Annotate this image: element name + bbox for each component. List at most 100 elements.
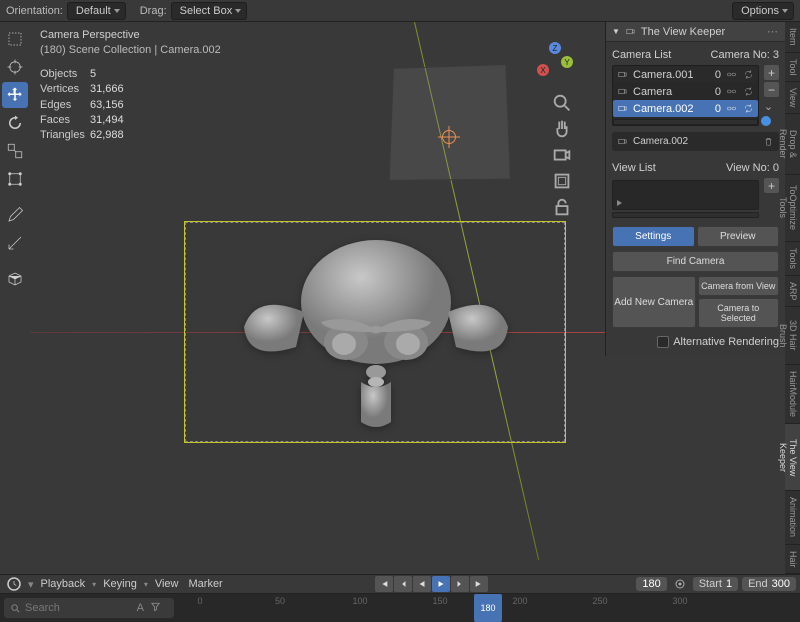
- playback-controls: [375, 576, 488, 592]
- timeline-editor-icon[interactable]: [4, 576, 24, 592]
- measure-tool[interactable]: [2, 230, 28, 256]
- drag-label: Drag:: [140, 5, 167, 17]
- annotate-tool[interactable]: [2, 202, 28, 228]
- sync-icon[interactable]: [742, 85, 755, 98]
- add-camera-icon-button[interactable]: +: [764, 65, 779, 80]
- tab-3d-hair[interactable]: 3D Hair Brush: [785, 307, 800, 365]
- transform-tool[interactable]: [2, 166, 28, 192]
- tab-animation[interactable]: Animation: [785, 491, 800, 544]
- gizmo-y-icon[interactable]: Y: [561, 56, 573, 68]
- cursor-tool[interactable]: [2, 54, 28, 80]
- play-icon[interactable]: [432, 576, 450, 592]
- cube-object[interactable]: [389, 64, 511, 181]
- tab-drop-render[interactable]: Drop & Render: [785, 114, 800, 174]
- tick-label: 0: [197, 596, 202, 606]
- add-new-camera-button[interactable]: Add New Camera: [612, 276, 696, 328]
- play-reverse-icon[interactable]: [413, 576, 431, 592]
- tab-item[interactable]: Item: [785, 22, 800, 53]
- rotate-tool[interactable]: [2, 110, 28, 136]
- sync-icon[interactable]: [742, 68, 755, 81]
- camera-list-label: Camera List: [612, 49, 671, 61]
- persp-ortho-icon[interactable]: [551, 170, 573, 192]
- view-menu[interactable]: View: [152, 578, 182, 590]
- filter-funnel-icon[interactable]: [147, 601, 168, 615]
- chevron-down-icon[interactable]: ⌄: [761, 99, 776, 114]
- keying-menu[interactable]: Keying: [100, 578, 140, 590]
- viewport-overlay-info: Camera Perspective (180) Scene Collectio…: [40, 28, 221, 144]
- tab-arp[interactable]: ARP: [785, 276, 800, 308]
- start-frame-field[interactable]: Start1: [693, 577, 738, 591]
- jump-start-icon[interactable]: [375, 576, 393, 592]
- link-icon[interactable]: [725, 68, 738, 81]
- panel-menu-icon[interactable]: ⋯: [767, 25, 779, 38]
- view-list-box[interactable]: [612, 180, 759, 210]
- alternative-rendering-checkbox[interactable]: Alternative Rendering: [612, 332, 779, 352]
- camera-view-icon[interactable]: [551, 144, 573, 166]
- tick-label: 250: [592, 596, 607, 606]
- sync-icon[interactable]: [742, 102, 755, 115]
- timeline-track[interactable]: Search A 0 50 100 150 200 250 300 180: [0, 594, 800, 622]
- tab-view-keeper[interactable]: The View Keeper: [785, 424, 800, 491]
- orientation-dropdown[interactable]: Default: [67, 2, 126, 20]
- options-dropdown[interactable]: Options: [732, 2, 794, 20]
- move-tool[interactable]: [2, 82, 28, 108]
- camera-list-item[interactable]: Camera.002 0: [613, 100, 758, 117]
- current-frame-field[interactable]: 180: [636, 577, 666, 591]
- camera-icon: [616, 135, 629, 148]
- trash-icon[interactable]: [762, 135, 775, 148]
- prev-keyframe-icon[interactable]: [394, 576, 412, 592]
- pan-icon[interactable]: [551, 118, 573, 140]
- auto-key-icon[interactable]: [671, 576, 689, 592]
- tab-tools[interactable]: Tools: [785, 242, 800, 276]
- tick-label: 150: [432, 596, 447, 606]
- marker-menu[interactable]: Marker: [186, 578, 226, 590]
- link-icon[interactable]: [725, 85, 738, 98]
- panel-header[interactable]: ▼ The View Keeper ⋯: [606, 22, 785, 42]
- axis-gizmo[interactable]: Z Y X: [535, 42, 575, 82]
- view-title: Camera Perspective: [40, 28, 221, 43]
- pivot-cursor-icon: [442, 130, 456, 144]
- playback-menu[interactable]: Playback: [38, 578, 89, 590]
- playhead[interactable]: 180: [474, 594, 502, 622]
- drag-dropdown[interactable]: Select Box: [171, 2, 248, 20]
- left-toolbar: [0, 22, 30, 574]
- timeline: ▾ Playback▾ Keying▾ View Marker 180 Star…: [0, 574, 800, 622]
- tab-hair-module[interactable]: HairModule: [785, 365, 800, 424]
- link-icon[interactable]: [725, 102, 738, 115]
- filter-alpha-icon[interactable]: A: [134, 602, 147, 614]
- camera-list-item[interactable]: Camera.001 0: [613, 66, 758, 83]
- next-keyframe-icon[interactable]: [451, 576, 469, 592]
- tick-label: 300: [672, 596, 687, 606]
- tab-view[interactable]: View: [785, 82, 800, 114]
- tab-tooptimize[interactable]: ToOptimize Tools: [785, 175, 800, 242]
- panel-title-label: The View Keeper: [641, 26, 725, 38]
- tab-tool[interactable]: Tool: [785, 53, 800, 83]
- camera-icon: [616, 68, 629, 81]
- camera-to-selected-button[interactable]: Camera to Selected: [698, 298, 780, 328]
- search-input[interactable]: Search A: [4, 598, 174, 618]
- remove-camera-icon-button[interactable]: −: [764, 82, 779, 97]
- camera-list: Camera.001 0 Camera 0 Camera.002 0: [612, 65, 759, 126]
- gizmo-z-icon[interactable]: Z: [549, 42, 561, 54]
- find-camera-button[interactable]: Find Camera: [612, 251, 779, 272]
- camera-from-view-button[interactable]: Camera from View: [698, 276, 780, 296]
- select-box-tool[interactable]: [2, 26, 28, 52]
- gizmo-x-icon[interactable]: X: [537, 64, 549, 76]
- view-controls: [551, 92, 573, 218]
- camera-list-item[interactable]: Camera 0: [613, 83, 758, 100]
- jump-end-icon[interactable]: [470, 576, 488, 592]
- lock-icon[interactable]: [551, 196, 573, 218]
- preview-button[interactable]: Preview: [697, 226, 780, 247]
- tab-hair[interactable]: Hair: [785, 545, 800, 575]
- header-toolbar: Orientation: Default Drag: Select Box Op…: [0, 0, 800, 22]
- settings-button[interactable]: Settings: [612, 226, 695, 247]
- view-breadcrumb: (180) Scene Collection | Camera.002: [40, 43, 221, 58]
- end-frame-field[interactable]: End300: [742, 577, 796, 591]
- character-head-mesh[interactable]: [226, 232, 526, 432]
- selected-camera-field[interactable]: Camera.002: [612, 132, 779, 151]
- add-cube-tool[interactable]: [2, 266, 28, 292]
- add-view-icon-button[interactable]: +: [764, 178, 779, 193]
- scale-tool[interactable]: [2, 138, 28, 164]
- camera-icon: [616, 102, 629, 115]
- zoom-icon[interactable]: [551, 92, 573, 114]
